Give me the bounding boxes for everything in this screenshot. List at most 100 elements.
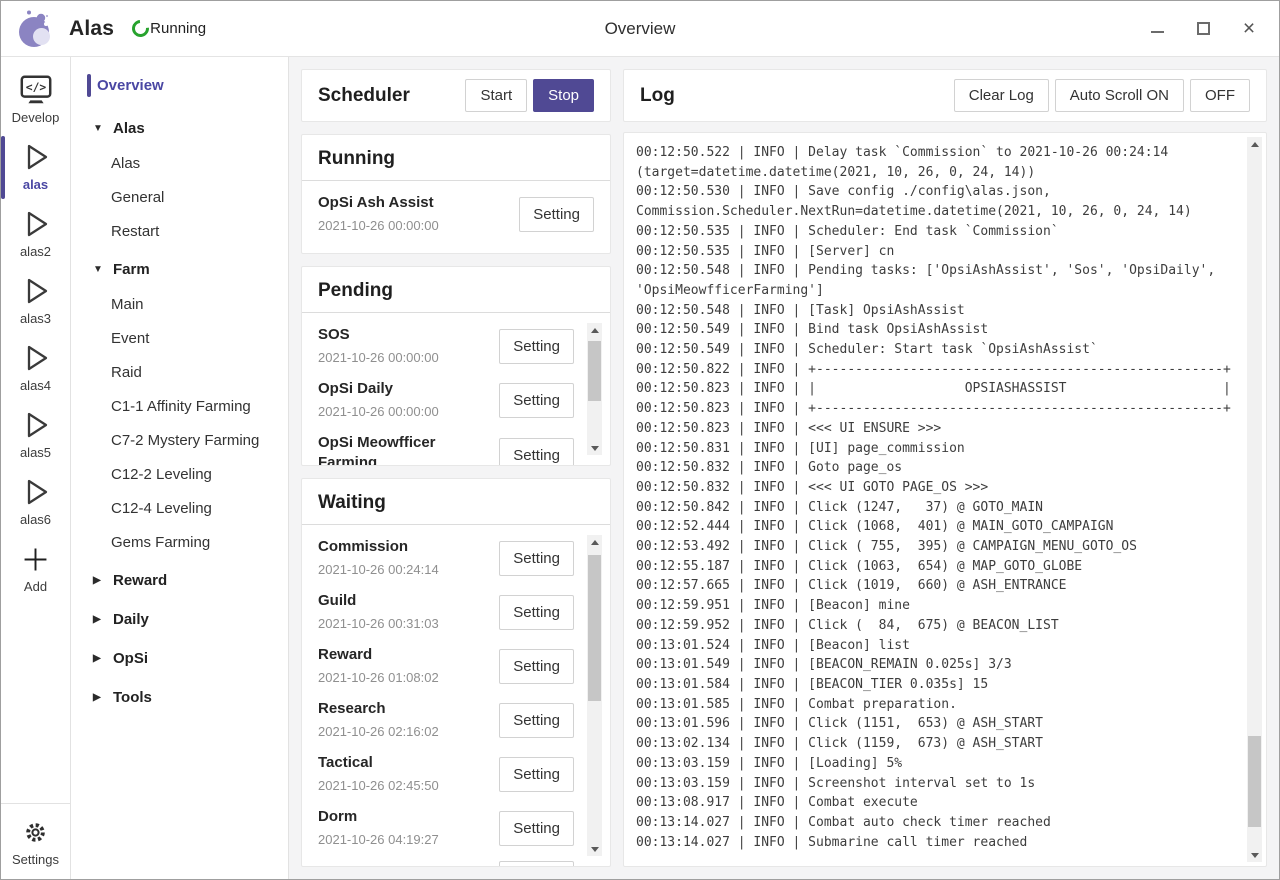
start-button[interactable]: Start [465,79,527,112]
sidebar-item-alas2[interactable]: alas2 [1,201,70,268]
sidebar-item-settings[interactable]: Settings [1,803,70,879]
play-icon [19,407,53,443]
running-title: Running [302,135,610,181]
log-scrollbar[interactable] [1247,137,1262,862]
pending-title: Pending [302,267,610,313]
nav-item-c1-1-affinity-farming[interactable]: C1-1 Affinity Farming [71,390,288,424]
scroll-up-icon[interactable] [587,323,602,337]
scroll-up-icon[interactable] [587,535,602,549]
sidebar-item-alas3[interactable]: alas3 [1,268,70,335]
sidebar-item-label: alas5 [20,445,51,460]
nav-item-c12-4-leveling[interactable]: C12-4 Leveling [71,492,288,526]
autoscroll-off-button[interactable]: OFF [1190,79,1250,112]
task-name: OpSi Daily [318,379,491,399]
waiting-scrollbar[interactable] [587,535,602,856]
task-name: Tactical [318,753,491,773]
task-setting-button[interactable]: Setting [499,757,574,792]
waiting-title: Waiting [302,479,610,525]
nav-group-farm[interactable]: ▼ Farm [71,249,288,288]
sidebar-item-alas[interactable]: alas [1,134,70,201]
task-setting-button[interactable]: Setting [499,541,574,576]
scheduler-panel: Scheduler Start Stop [301,69,611,122]
sidebar-item-alas4[interactable]: alas4 [1,335,70,402]
task-setting-button[interactable]: Setting [499,595,574,630]
nav-group-opsi[interactable]: ▶OpSi [71,638,288,677]
log-column: Log Clear Log Auto Scroll ON OFF 00:12:5… [623,69,1267,867]
nav-group-reward[interactable]: ▶Reward [71,560,288,599]
pending-scrollbar[interactable] [587,323,602,455]
task-row: Dorm2021-10-26 04:19:27Setting [318,807,574,849]
nav-group-tools[interactable]: ▶Tools [71,677,288,716]
nav-item-gems-farming[interactable]: Gems Farming [71,526,288,560]
task-setting-button[interactable]: Setting [499,649,574,684]
autoscroll-on-button[interactable]: Auto Scroll ON [1055,79,1184,112]
status-label: Running [150,20,206,37]
nav-item-c12-2-leveling[interactable]: C12-2 Leveling [71,458,288,492]
sidebar-item-label: alas [23,177,48,192]
log-panel: 00:12:50.522 | INFO | Delay task `Commis… [623,132,1267,867]
sidebar-item-develop[interactable]: </>Develop [1,67,70,134]
app-name: Alas [69,17,114,41]
nav-group-label: Alas [113,120,145,137]
scrollbar-thumb[interactable] [1248,736,1261,827]
scrollbar-thumb[interactable] [588,341,601,401]
main-content: Scheduler Start Stop Running OpSi Ash As… [289,57,1279,879]
scroll-down-icon[interactable] [1247,848,1262,862]
task-setting-button[interactable]: Setting [499,811,574,846]
task-row: SOS2021-10-26 00:00:00Setting [318,325,574,367]
nav-item-main[interactable]: Main [71,288,288,322]
task-name: Dorm [318,807,491,827]
sidebar-item-add[interactable]: Add [1,536,70,603]
nav-group-label: Farm [113,261,150,278]
task-name: Commission [318,537,491,557]
task-row: Tactical2021-10-26 02:45:50Setting [318,753,574,795]
stop-button[interactable]: Stop [533,79,594,112]
play-icon [19,139,53,175]
maximize-button[interactable] [1195,21,1211,37]
task-setting-button[interactable]: Setting [519,197,594,232]
nav-item-restart[interactable]: Restart [71,215,288,249]
task-setting-button[interactable]: Setting [499,861,574,866]
plus-icon [20,541,51,577]
chevron-right-icon: ▶ [93,653,104,664]
icon-rail-items: </>Develop alas alas2alas3alas4 alas5 alas6A… [1,67,70,603]
chevron-right-icon: ▶ [93,692,104,703]
task-time: 2021-10-26 01:08:02 [318,669,491,687]
scheduler-title: Scheduler [318,85,410,107]
nav-item-overview[interactable]: Overview [71,71,288,100]
instance-rail: </>Develop alas alas2alas3alas4 alas5 alas6A… [1,57,71,879]
nav-item-raid[interactable]: Raid [71,356,288,390]
task-row: OpSi Daily 2021-10-26 00:00:00 Setting [318,379,574,421]
log-title: Log [640,85,675,107]
sidebar-item-alas6[interactable]: alas6 [1,469,70,536]
nav-item-alas[interactable]: Alas [71,147,288,181]
rail-spacer [1,603,70,803]
task-row: Research2021-10-26 02:16:02Setting [318,699,574,741]
close-button[interactable]: × [1241,21,1257,37]
sidebar-item-alas5[interactable]: alas5 [1,402,70,469]
task-row: Reward2021-10-26 01:08:02Setting [318,645,574,687]
clear-log-button[interactable]: Clear Log [954,79,1049,112]
app-window: Alas Running Overview × </>Develop alas al… [0,0,1280,880]
minimize-button[interactable] [1149,21,1165,37]
task-time: 2021-10-26 00:00:00 [318,403,491,421]
task-setting-button[interactable]: Setting [499,383,574,418]
running-list: OpSi Ash Assist2021-10-26 00:00:00Settin… [302,181,610,253]
scroll-down-icon[interactable] [587,441,602,455]
running-panel: Running OpSi Ash Assist2021-10-26 00:00:… [301,134,611,254]
page-title: Overview [605,19,676,39]
nav-item-event[interactable]: Event [71,322,288,356]
task-setting-button[interactable]: Setting [499,703,574,738]
task-time: 2021-10-26 00:00:00 [318,349,491,367]
play-icon [19,206,53,242]
nav-group-daily[interactable]: ▶Daily [71,599,288,638]
nav-item-c7-2-mystery-farming[interactable]: C7-2 Mystery Farming [71,424,288,458]
chevron-down-icon: ▼ [93,264,104,275]
nav-item-general[interactable]: General [71,181,288,215]
scroll-down-icon[interactable] [587,842,602,856]
task-setting-button[interactable]: Setting [499,329,574,364]
task-setting-button[interactable]: Setting [499,438,574,466]
scrollbar-thumb[interactable] [588,555,601,702]
scroll-up-icon[interactable] [1247,137,1262,151]
nav-group-alas[interactable]: ▼Alas [71,108,288,147]
